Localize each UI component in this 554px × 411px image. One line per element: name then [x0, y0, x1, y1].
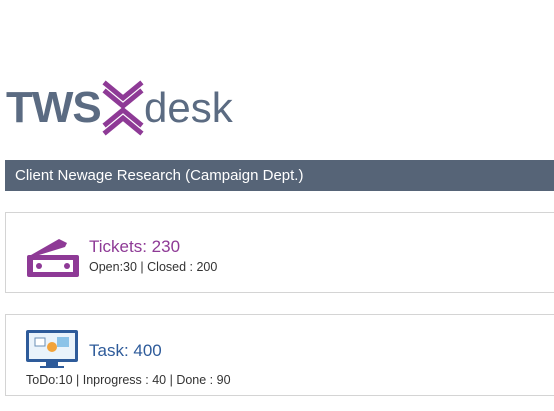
- client-header: Client Newage Research (Campaign Dept.): [5, 160, 554, 191]
- client-header-title: Client Newage Research (Campaign Dept.): [15, 167, 304, 184]
- task-summary: ToDo:10 | Inprogress : 40 | Done : 90: [26, 373, 231, 387]
- tickets-card[interactable]: Tickets: 230 Open:30 | Closed : 200: [5, 212, 554, 293]
- tickets-summary: Open:30 | Closed : 200: [89, 260, 218, 274]
- twsdesk-logo: TWS desk: [6, 80, 236, 138]
- logo-text-tws: TWS: [6, 83, 102, 132]
- logo-text-desk: desk: [144, 84, 233, 131]
- task-count[interactable]: Task: 400: [89, 341, 162, 361]
- monitor-icon: [26, 330, 78, 368]
- tickets-count[interactable]: Tickets: 230: [89, 237, 180, 257]
- task-card[interactable]: Task: 400 ToDo:10 | Inprogress : 40 | Do…: [5, 314, 554, 396]
- ticket-icon: [27, 239, 79, 277]
- logo-x-icon: [102, 80, 144, 136]
